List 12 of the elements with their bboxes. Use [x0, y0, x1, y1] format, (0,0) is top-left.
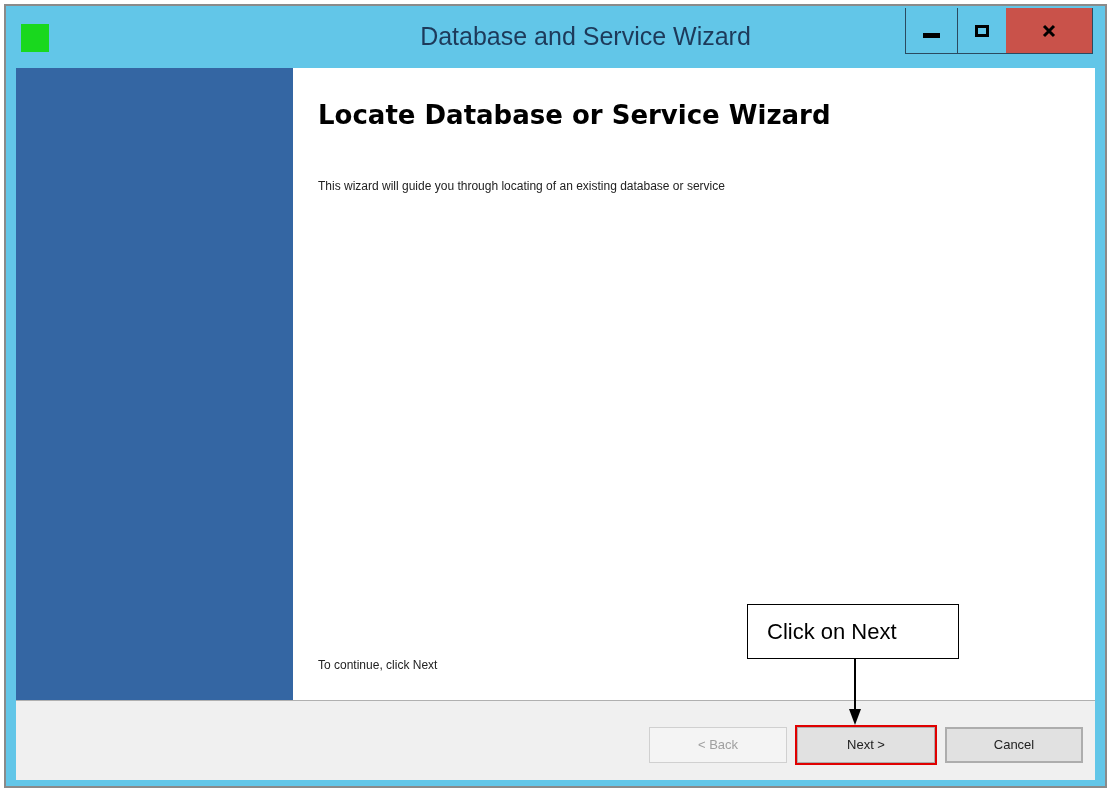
- description-text: This wizard will guide you through locating of an existing database or service: [318, 178, 726, 195]
- callout-box: Click on Next: [747, 604, 959, 659]
- window-title: Database and Service Wizard: [419, 21, 751, 53]
- wizard-button[interactable]: Next >: [797, 726, 935, 763]
- minimize-icon: [923, 33, 940, 38]
- page-heading: Locate Database or Service Wizard: [318, 99, 832, 132]
- instruction-text: To continue, click Next: [318, 657, 439, 674]
- maximize-icon: [975, 24, 989, 37]
- close-icon: [1042, 23, 1056, 38]
- app-icon: [21, 24, 49, 52]
- wizard-button[interactable]: Cancel: [945, 726, 1083, 763]
- arrow-line: [849, 659, 861, 725]
